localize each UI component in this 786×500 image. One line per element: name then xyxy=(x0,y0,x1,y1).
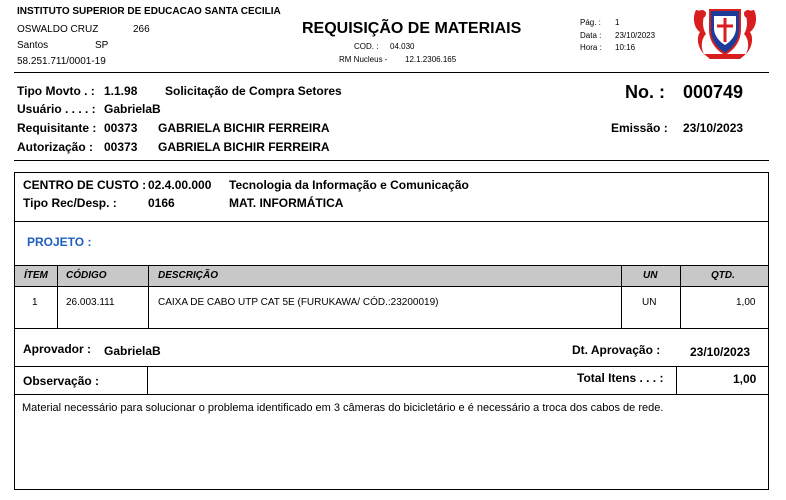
row-item: 1 xyxy=(32,297,38,308)
col-descricao: DESCRIÇÃO xyxy=(158,270,219,281)
observacao-text: Material necessário para solucionar o pr… xyxy=(22,402,664,414)
projeto-label: PROJETO : xyxy=(27,235,92,249)
autorizacao-label: Autorização : xyxy=(17,140,94,154)
cost-center-desc: Tecnologia da Informação e Comunicação xyxy=(229,178,469,192)
dt-aprovacao-value: 23/10/2023 xyxy=(690,345,751,359)
row-qtd: 1,00 xyxy=(736,297,756,308)
tipo-movto-label: Tipo Movto . : xyxy=(17,84,95,98)
hour-label: Hora : xyxy=(580,43,602,52)
usuario-label: Usuário . . . . : xyxy=(17,102,96,116)
total-itens-value: 1,00 xyxy=(733,372,757,386)
emissao-date: 23/10/2023 xyxy=(683,121,744,135)
dt-aprovacao-label: Dt. Aprovação : xyxy=(572,343,661,357)
requisition-number: 000749 xyxy=(683,82,744,102)
print-date: 23/10/2023 xyxy=(615,31,656,40)
tipo-rec-desc: MAT. INFORMÁTICA xyxy=(229,196,344,210)
requisitante-name: GABRIELA BICHIR FERREIRA xyxy=(158,121,330,135)
aprovador-label: Aprovador : xyxy=(23,342,92,356)
tipo-movto-desc: Solicitação de Compra Setores xyxy=(165,84,342,98)
requisition-number-label: No. : xyxy=(625,82,665,102)
autorizacao-code: 00373 xyxy=(104,140,138,154)
col-un: UN xyxy=(643,270,658,281)
document-title: REQUISIÇÃO DE MATERIAIS xyxy=(302,20,522,37)
date-label: Data : xyxy=(580,31,602,40)
institution-name: INSTITUTO SUPERIOR DE EDUCACAO SANTA CEC… xyxy=(17,6,281,17)
total-itens-label: Total Itens . . . : xyxy=(577,371,664,385)
requisitante-code: 00373 xyxy=(104,121,138,135)
tipo-movto-code: 1.1.98 xyxy=(104,84,138,98)
aprovador-value: GabrielaB xyxy=(104,344,161,358)
cost-center-label: CENTRO DE CUSTO : xyxy=(23,178,147,192)
col-item: ÍTEM xyxy=(24,270,48,281)
usuario-value: GabrielaB xyxy=(104,102,161,116)
institution-number: 266 xyxy=(133,24,150,35)
cod-label: COD. : xyxy=(354,42,379,51)
requisition-body xyxy=(14,172,769,490)
autorizacao-name: GABRIELA BICHIR FERREIRA xyxy=(158,140,330,154)
row-codigo: 26.003.111 xyxy=(66,297,115,308)
institution-cnpj: 58.251.711/0001-19 xyxy=(17,56,106,67)
tipo-rec-code: 0166 xyxy=(148,196,175,210)
observacao-label: Observação : xyxy=(23,374,100,388)
col-qtd: QTD. xyxy=(711,270,735,281)
emissao-label: Emissão : xyxy=(611,121,668,135)
requisitante-label: Requisitante : xyxy=(17,121,97,135)
rm-version: 12.1.2306.165 xyxy=(405,55,457,64)
page-label: Pág. : xyxy=(580,18,601,27)
cost-center-code: 02.4.00.000 xyxy=(148,178,212,192)
row-un: UN xyxy=(642,297,657,308)
cod-value: 04.030 xyxy=(390,42,415,51)
page-number: 1 xyxy=(615,18,620,27)
institution-street: OSWALDO CRUZ xyxy=(17,24,99,35)
institution-logo xyxy=(693,9,757,59)
institution-state: SP xyxy=(95,40,109,51)
rm-label: RM Nucleus - xyxy=(339,55,388,64)
row-descricao: CAIXA DE CABO UTP CAT 5E (FURUKAWA/ CÓD.… xyxy=(158,297,439,308)
print-hour: 10:16 xyxy=(615,43,636,52)
tipo-rec-label: Tipo Rec/Desp. : xyxy=(23,196,117,210)
col-codigo: CÓDIGO xyxy=(66,270,107,281)
institution-city: Santos xyxy=(17,40,49,51)
